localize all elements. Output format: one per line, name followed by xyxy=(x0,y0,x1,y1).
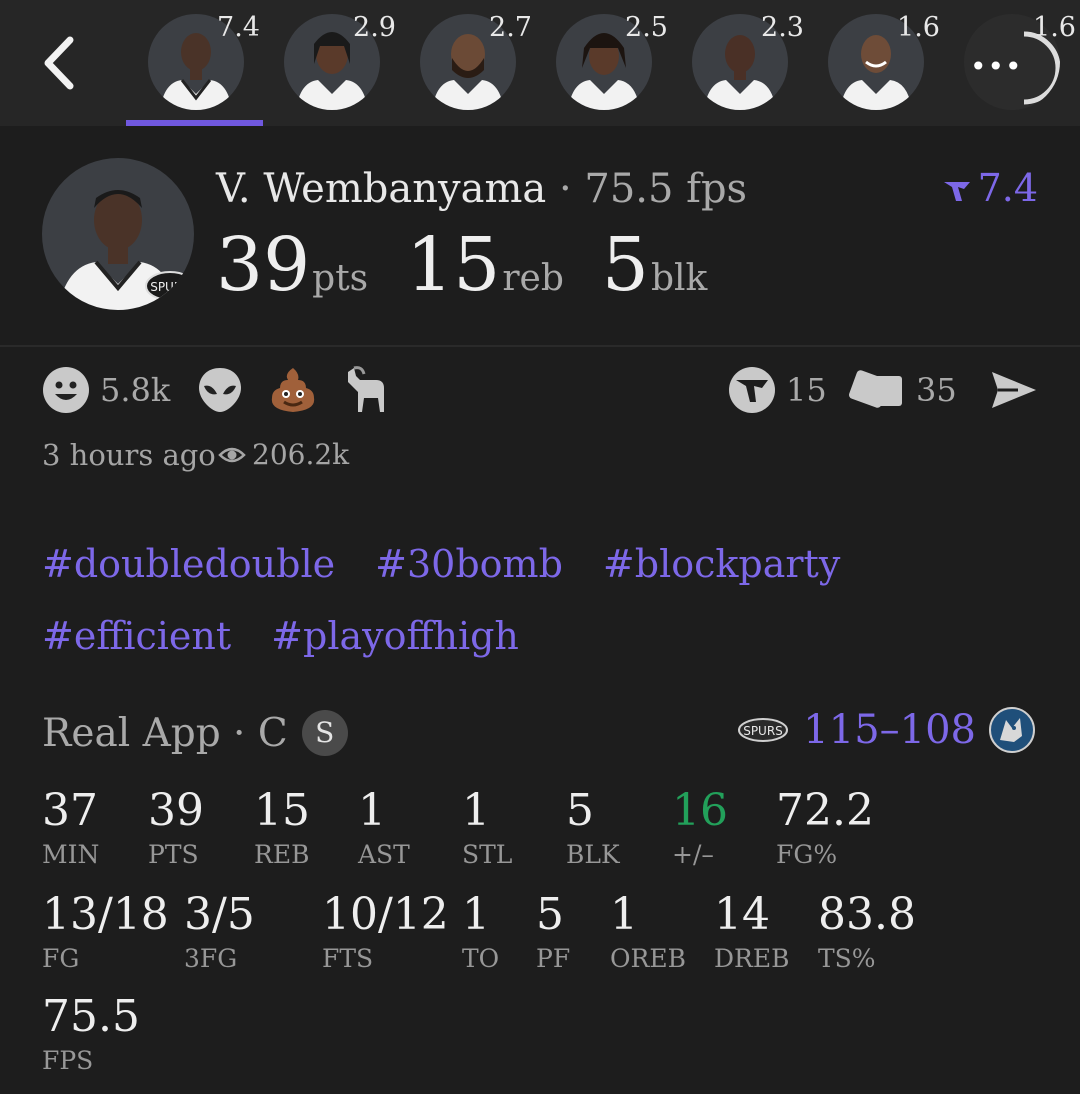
score-text: 115–108 xyxy=(803,707,976,753)
player-name[interactable]: V. Wembanyama xyxy=(216,166,546,212)
hashtag[interactable]: #efficient xyxy=(42,600,231,672)
player-rating-badge: 7.4 xyxy=(942,166,1038,210)
player-carousel: 7.4 2.9 2.7 2.5 2.3 1.6 1.6 ••• xyxy=(0,0,1080,126)
votes-count: 15 xyxy=(786,371,827,409)
stat-plus-minus: 16 +/– xyxy=(672,785,728,870)
reaction-goat[interactable] xyxy=(342,364,392,416)
rebounds-unit: reb xyxy=(502,258,564,299)
spurs-logo: SPURS xyxy=(150,280,190,294)
stat-fg-pct: 72.2 FG% xyxy=(776,785,874,870)
stat-pts: 39 PTS xyxy=(148,785,204,870)
player-rating: 1.6 xyxy=(1033,12,1076,43)
player-avatar-2[interactable]: 2.9 xyxy=(284,12,396,112)
eye-icon xyxy=(218,447,246,462)
stat-reb: 15 REB xyxy=(254,785,310,870)
smile-icon xyxy=(43,367,89,413)
cards-button[interactable]: 35 xyxy=(846,364,957,416)
player-rating: 2.3 xyxy=(761,12,804,43)
blocks-value: 5 xyxy=(601,222,649,308)
stat-to: 1 TO xyxy=(462,889,500,974)
view-count: 206.2k xyxy=(218,438,349,471)
stat-min: 37 MIN xyxy=(42,785,100,870)
divider xyxy=(0,345,1080,347)
alien-icon xyxy=(199,368,241,412)
player-rating: 2.7 xyxy=(489,12,532,43)
svg-text:SPURS: SPURS xyxy=(744,724,784,738)
stat-stl: 1 STL xyxy=(462,785,513,870)
stat-ast: 1 AST xyxy=(358,785,410,870)
hashtag[interactable]: #playoffhigh xyxy=(271,600,519,672)
stat-blk: 5 BLK xyxy=(566,785,620,870)
player-rating: 1.6 xyxy=(897,12,940,43)
player-rating: 7.4 xyxy=(217,12,260,43)
player-avatar-large[interactable]: SPURS xyxy=(42,158,194,310)
source-label: Real App · C xyxy=(42,710,288,756)
spurs-logo-icon: SPURS xyxy=(738,718,789,742)
stat-line: 39pts 15reb 5blk xyxy=(216,222,745,308)
player-rating: 2.9 xyxy=(353,12,396,43)
share-button[interactable] xyxy=(988,364,1040,416)
hashtag[interactable]: #doubledouble xyxy=(42,528,335,600)
stat-dreb: 14 DREB xyxy=(714,889,790,974)
cards-count: 35 xyxy=(916,371,957,409)
rebounds-value: 15 xyxy=(406,222,501,308)
goat-icon xyxy=(348,366,384,412)
player-name-line: V. Wembanyama · 75.5 fps xyxy=(216,166,747,212)
points-value: 39 xyxy=(216,222,311,308)
stat-source: Real App · C S xyxy=(42,710,348,756)
timberwolves-logo-icon xyxy=(989,707,1035,753)
smile-count: 5.8k xyxy=(100,371,171,409)
back-button[interactable] xyxy=(36,30,86,96)
game-score[interactable]: SPURS 115–108 xyxy=(737,706,1036,754)
points-unit: pts xyxy=(312,258,369,299)
poop-icon xyxy=(271,368,315,412)
reaction-poop[interactable] xyxy=(268,364,318,416)
hashtags: #doubledouble #30bomb #blockparty #efficien… xyxy=(42,528,1042,672)
real-vote-icon xyxy=(729,367,775,413)
hashtag[interactable]: #30bomb xyxy=(375,528,563,600)
stat-fg: 13/18 FG xyxy=(42,889,169,974)
player-rating: 2.5 xyxy=(625,12,668,43)
stat-3fg: 3/5 3FG xyxy=(184,889,255,974)
vote-button[interactable]: 15 xyxy=(728,364,827,416)
player-avatar-6[interactable]: 1.6 xyxy=(828,12,940,112)
position-badge: S xyxy=(301,710,348,756)
stat-fts: 10/12 FTS xyxy=(322,889,449,974)
real-logo-icon xyxy=(943,181,970,201)
player-avatar-1[interactable]: 7.4 xyxy=(148,12,260,112)
player-avatar-3[interactable]: 2.7 xyxy=(420,12,532,112)
stat-ts-pct: 83.8 TS% xyxy=(818,889,916,974)
stat-fps: 75.5 FPS xyxy=(42,991,140,1076)
player-avatar-5[interactable]: 2.3 xyxy=(692,12,804,112)
chevron-left-icon xyxy=(44,36,74,90)
blocks-unit: blk xyxy=(651,258,708,299)
hashtag[interactable]: #blockparty xyxy=(603,528,840,600)
reaction-smile[interactable]: 5.8k xyxy=(42,364,170,416)
send-icon xyxy=(992,372,1036,408)
player-avatar-4[interactable]: 2.5 xyxy=(556,12,668,112)
selected-indicator xyxy=(126,120,263,126)
cards-icon xyxy=(849,370,902,408)
reaction-alien[interactable] xyxy=(196,364,244,416)
stat-oreb: 1 OREB xyxy=(610,889,686,974)
post-time: 3 hours ago xyxy=(42,438,216,472)
player-fps: · 75.5 fps xyxy=(558,166,748,212)
more-button[interactable]: ••• xyxy=(970,50,1023,83)
stat-pf: 5 PF xyxy=(536,889,571,974)
